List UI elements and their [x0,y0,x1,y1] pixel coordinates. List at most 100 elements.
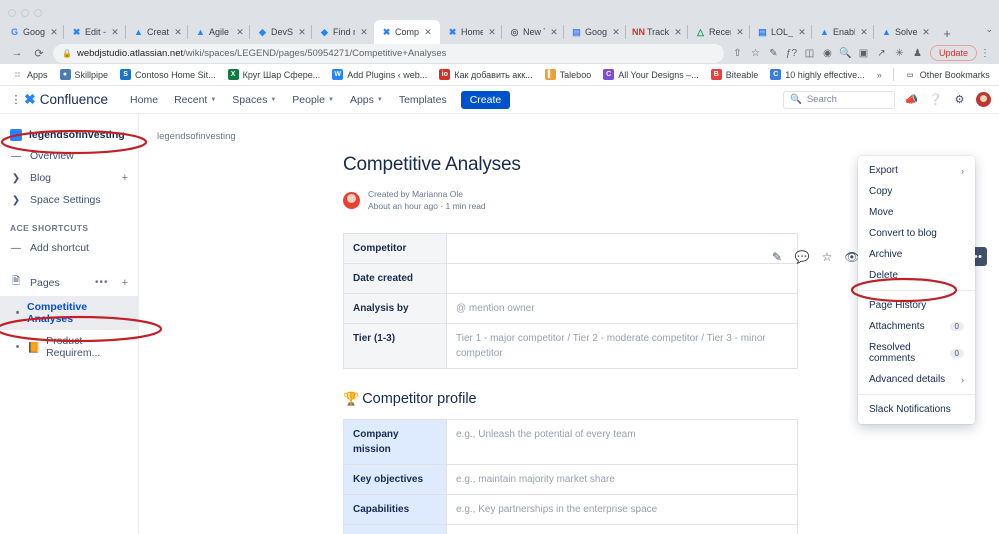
sidebar-item-overview[interactable]: — Overview [0,145,138,167]
tab-close-icon[interactable]: ✕ [610,26,622,38]
menu-item-delete[interactable]: Delete [858,265,975,286]
nav-item-templates[interactable]: Templates [391,90,455,110]
table-cell-value[interactable] [446,262,798,294]
menu-item-convert-to-blog[interactable]: Convert to blog [858,223,975,244]
sidebar-item-blog[interactable]: ❯ Blog + [0,167,138,189]
table-cell-value[interactable]: Tier 1 - major competitor / Tier 2 - mod… [446,322,798,369]
app-switcher-icon[interactable]: ⋮ [8,93,24,106]
sidebar-item-add-shortcut[interactable]: — Add shortcut [0,237,138,259]
tab-close-icon[interactable]: ✕ [486,26,498,38]
bookmark-item[interactable]: ∷ Apps [6,66,54,84]
menu-item-resolved-comments[interactable]: Resolved comments 0 [858,337,975,369]
help-icon[interactable]: ❔ [928,92,943,107]
user-avatar[interactable] [976,92,991,107]
bookmark-star-icon[interactable]: ☆ [747,44,764,62]
edit-pencil-icon[interactable]: ✎ [769,249,785,265]
browser-tab[interactable]: △ Recen✕ [687,20,750,44]
bookmark-item[interactable]: W Add Plugins ‹ web... [326,66,433,84]
browser-menu-button[interactable]: ⋮ [977,48,993,59]
tab-close-icon[interactable]: ✕ [172,26,184,38]
menu-item-slack-notifications[interactable]: Slack Notifications [858,399,975,420]
menu-item-export[interactable]: Export › [858,160,975,181]
pages-add-icon[interactable]: + [122,277,128,289]
table-cell-value[interactable] [446,232,798,264]
reload-button[interactable]: ⟳ [28,43,50,63]
menu-item-archive[interactable]: Archive [858,244,975,265]
maximize-window-button[interactable] [34,8,42,17]
nav-item-spaces[interactable]: Spaces ▼ [224,90,284,110]
browser-tab[interactable]: ▲ Enable✕ [811,20,874,44]
table-cell-value[interactable]: e.g., maintain majority market share [446,463,798,495]
browser-tab[interactable]: G Google✕ [2,20,64,44]
popout-icon[interactable]: ↗ [873,44,890,62]
bookmark-item[interactable]: C All Your Designs –... [597,66,705,84]
eyedropper-icon[interactable]: ✎ [765,44,782,62]
search-icon[interactable]: 🔍 [837,44,854,62]
nav-item-people[interactable]: People ▼ [284,90,342,110]
nav-item-home[interactable]: Home [122,90,166,110]
browser-tab[interactable]: ✖ Home ✕ [440,20,502,44]
other-bookmarks-button[interactable]: ▭ Other Bookmarks [899,66,996,84]
table-cell-value[interactable]: e.g., Unleash the potential of every tea… [446,418,798,465]
profile-icon[interactable]: ♟ [909,44,926,62]
bookmark-item[interactable]: io Как добавить акк... [433,66,538,84]
menu-item-advanced-details[interactable]: Advanced details › [858,369,975,390]
menu-item-page-history[interactable]: Page History [858,295,975,316]
sidebar-item-pages[interactable]: 🗎 Pages ••• + [0,269,138,296]
bookmark-item[interactable]: X Круг Шар Сфере... [222,66,327,84]
tab-close-icon[interactable]: ✕ [296,26,308,38]
browser-tab[interactable]: ▤ LOL_U✕ [749,20,812,44]
tab-close-icon[interactable]: ✕ [920,26,932,38]
menu-item-attachments[interactable]: Attachments 0 [858,316,975,337]
settings-gear-icon[interactable]: ⚙ [952,92,967,107]
sidebar-item-space-settings[interactable]: ❯ Space Settings [0,189,138,211]
tab-close-icon[interactable]: ✕ [358,26,370,38]
tab-close-icon[interactable]: ✕ [858,26,870,38]
share-icon[interactable]: ⇧ [729,44,746,62]
bookmark-item[interactable]: B Biteable [705,66,765,84]
sidebar-space-header[interactable]: legendsofinvesting [0,125,138,145]
breadcrumb[interactable]: legendsofinvesting [139,115,999,142]
sidebar-page-item[interactable]: • 📙 Product Requirem... [0,330,138,364]
megaphone-icon[interactable]: 📣 [904,92,919,107]
browser-tab[interactable]: ◆ DevSe✕ [249,20,312,44]
confluence-logo[interactable]: ✖ Confluence [24,91,108,108]
pages-more-icon[interactable]: ••• [95,277,109,288]
tab-close-icon[interactable]: ✕ [109,26,121,38]
table-cell-value[interactable] [446,523,798,534]
author-avatar[interactable] [343,191,360,209]
globe-icon[interactable]: ◉ [819,44,836,62]
tab-close-icon[interactable]: ✕ [422,26,434,38]
function-icon[interactable]: ƒ? [783,44,800,62]
menu-item-copy[interactable]: Copy [858,181,975,202]
browser-tab[interactable]: ▲ Agile U✕ [187,20,250,44]
forward-button[interactable]: → [6,43,28,63]
table-cell-value[interactable]: e.g., Key partnerships in the enterprise… [446,493,798,525]
comment-icon[interactable]: 💬 [794,249,810,265]
tab-close-icon[interactable]: ✕ [48,26,60,38]
extensions-puzzle-icon[interactable]: ✳ [891,44,908,62]
tab-close-icon[interactable]: ✕ [796,26,808,38]
url-input[interactable]: 🔒 webdjstudio.atlassian.net/wiki/spaces/… [53,43,724,63]
sidebar-page-item[interactable]: • Competitive Analyses [0,296,138,330]
browser-tab[interactable]: ◆ Find n✕ [311,20,374,44]
bookmark-item[interactable]: ● Skillpipe [54,66,115,84]
browser-tab[interactable]: NN Tracki ✕ [625,20,688,44]
table-cell-value[interactable]: @ mention owner [446,292,798,324]
new-tab-button[interactable]: + [936,22,958,44]
browser-tab[interactable]: ✖ Edit - ✕ [63,20,126,44]
search-input[interactable]: 🔍 Search [783,90,895,109]
update-button[interactable]: Update [929,45,977,61]
close-window-button[interactable] [8,8,16,17]
add-icon[interactable]: + [122,172,128,184]
tab-close-icon[interactable]: ✕ [234,26,246,38]
tab-close-icon[interactable]: ✕ [672,26,684,38]
bookmarks-overflow-button[interactable]: » [871,66,888,84]
sidepanel-icon[interactable]: ◫ [801,44,818,62]
nav-item-apps[interactable]: Apps ▼ [342,90,391,110]
tab-list-chevron-icon[interactable]: ⌄ [985,24,993,35]
bookmark-item[interactable]: S Contoso Home Sit... [114,66,222,84]
create-button[interactable]: Create [460,90,511,109]
browser-tab[interactable]: ✖ Comp ✕ [374,20,440,44]
tab-close-icon[interactable]: ✕ [548,26,560,38]
